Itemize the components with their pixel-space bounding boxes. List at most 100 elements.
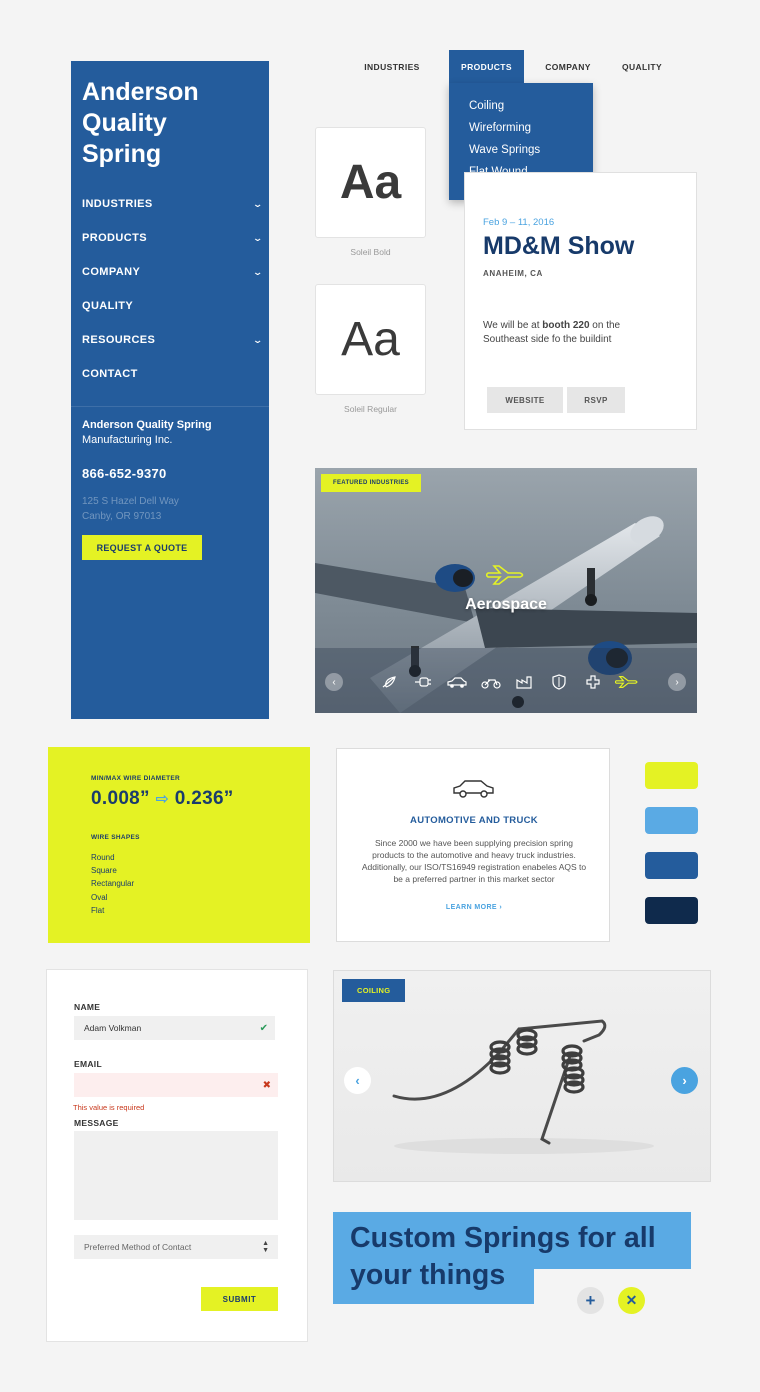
dropdown-item-coiling[interactable]: Coiling xyxy=(449,95,593,117)
motorcycle-icon[interactable] xyxy=(479,672,503,692)
event-title: MD&M Show xyxy=(483,232,635,260)
website-button[interactable]: WEBSITE xyxy=(487,387,563,413)
address: 125 S Hazel Dell Way Canby, OR 97013 xyxy=(82,494,179,524)
chevron-down-icon: ⌄ xyxy=(252,334,264,345)
plug-icon[interactable] xyxy=(411,672,435,692)
dropdown-item-wave-springs[interactable]: Wave Springs xyxy=(449,139,593,161)
message-textarea[interactable] xyxy=(74,1131,278,1220)
shield-icon[interactable] xyxy=(547,672,571,692)
tab-spacer xyxy=(434,50,449,83)
next-slide-button[interactable]: › xyxy=(668,673,686,691)
close-icon: ✕ xyxy=(625,1292,638,1308)
learn-more-link[interactable]: LEARN MORE › xyxy=(337,904,611,911)
wire-diameter-card: MIN/MAX WIRE DIAMETER 0.008” ⇨ 0.236” WI… xyxy=(48,747,310,943)
event-desc-text: We will be at xyxy=(483,320,543,331)
name-label: NAME xyxy=(74,1002,101,1012)
email-field[interactable]: ✖ xyxy=(74,1073,278,1097)
tab-products[interactable]: PRODUCTS xyxy=(449,50,524,83)
sidebar-item-contact[interactable]: CONTACT xyxy=(82,357,262,391)
sidebar-item-resources[interactable]: RESOURCES ⌄ xyxy=(82,323,264,357)
contact-method-select[interactable]: Preferred Method of Contact ▲ ▼ xyxy=(74,1235,278,1259)
plus-icon: + xyxy=(585,1290,596,1310)
top-nav: INDUSTRIES PRODUCTS COMPANY QUALITY xyxy=(350,50,672,83)
error-x-icon: ✖ xyxy=(262,1079,271,1091)
next-slide-button[interactable]: › xyxy=(671,1067,698,1094)
submit-button[interactable]: SUBMIT xyxy=(201,1287,278,1311)
list-item: Square xyxy=(91,866,117,876)
automotive-title: AUTOMOTIVE AND TRUCK xyxy=(410,815,538,826)
featured-caption: Aerospace xyxy=(465,596,547,613)
wire-shapes-label: WIRE SHAPES xyxy=(91,834,140,841)
email-label: EMAIL xyxy=(74,1059,102,1069)
event-description: We will be at booth 220 on the Southeast… xyxy=(483,319,663,347)
featured-industries-badge: FEATURED INDUSTRIES xyxy=(321,474,421,492)
type-specimen-label: Soleil Bold xyxy=(350,247,391,257)
prev-slide-button[interactable]: ‹ xyxy=(325,673,343,691)
add-button[interactable]: + xyxy=(577,1287,604,1314)
message-label: MESSAGE xyxy=(74,1118,119,1128)
headline-text: Custom Springs for all your things xyxy=(350,1222,656,1291)
type-specimen-regular: Aa xyxy=(315,284,426,395)
close-button[interactable]: ✕ xyxy=(618,1287,645,1314)
logo-line: Spring xyxy=(82,140,162,168)
chevron-down-icon: ⌄ xyxy=(252,266,264,277)
wire-diameter-label: MIN/MAX WIRE DIAMETER xyxy=(91,775,180,782)
address-line: Canby, OR 97013 xyxy=(82,511,162,522)
factory-icon[interactable] xyxy=(513,672,537,692)
chevron-down-icon: ⌄ xyxy=(252,198,264,209)
sidebar-divider xyxy=(71,406,269,407)
learn-more-label: LEARN MORE xyxy=(445,904,497,911)
phone-number[interactable]: 866-652-9370 xyxy=(82,466,167,481)
car-icon[interactable] xyxy=(445,672,469,692)
company-name: Anderson Quality Spring Manufacturing In… xyxy=(82,418,262,448)
request-quote-button[interactable]: REQUEST A QUOTE xyxy=(82,535,202,560)
event-location: ANAHEIM, CA xyxy=(483,269,543,278)
color-swatch-light-blue xyxy=(645,807,698,834)
site-logo[interactable]: Anderson Quality Spring xyxy=(82,77,262,170)
airplane-icon[interactable] xyxy=(615,672,639,692)
sidebar-item-industries[interactable]: INDUSTRIES ⌄ xyxy=(82,187,264,221)
sidebar-nav: INDUSTRIES ⌄ PRODUCTS ⌄ COMPANY ⌄ QUALIT… xyxy=(82,187,264,391)
wire-shapes-list: Round Square Rectangular Oval Flat xyxy=(91,851,134,917)
event-date: Feb 9 – 11, 2016 xyxy=(483,217,555,228)
select-caret-icon: ▲ ▼ xyxy=(262,1240,269,1254)
contact-form: NAME Adam Volkman ✔ EMAIL ✖ This value i… xyxy=(46,969,308,1342)
industry-icon-row xyxy=(377,672,639,692)
chevron-right-icon: › xyxy=(499,904,503,911)
tab-company[interactable]: COMPANY xyxy=(524,50,612,83)
arrow-right-icon: ⇨ xyxy=(155,791,170,808)
checkmark-icon: ✔ xyxy=(259,1022,268,1034)
car-icon xyxy=(453,780,494,798)
list-item: Oval xyxy=(91,892,108,902)
color-swatch-blue xyxy=(645,852,698,879)
email-error-message: This value is required xyxy=(73,1103,145,1112)
color-swatch-navy xyxy=(645,897,698,924)
featured-industries-slider: FEATURED INDUSTRIES Aerospace ‹ › xyxy=(315,468,697,713)
type-specimen-label: Soleil Regular xyxy=(344,404,397,414)
sidebar-item-quality[interactable]: QUALITY xyxy=(82,289,262,323)
airplane-icon xyxy=(486,565,524,585)
feather-icon[interactable] xyxy=(377,672,401,692)
color-swatch-lime xyxy=(645,762,698,789)
prev-slide-button[interactable]: ‹ xyxy=(344,1067,371,1094)
rsvp-button[interactable]: RSVP xyxy=(567,387,625,413)
tab-industries[interactable]: INDUSTRIES xyxy=(350,50,434,83)
select-value: Preferred Method of Contact xyxy=(84,1242,192,1252)
address-line: 125 S Hazel Dell Way xyxy=(82,496,179,507)
sidebar-item-label: COMPANY xyxy=(82,266,141,278)
sidebar-item-products[interactable]: PRODUCTS ⌄ xyxy=(82,221,264,255)
spring-photo xyxy=(392,1019,654,1154)
sidebar-item-label: QUALITY xyxy=(82,300,134,312)
name-value: Adam Volkman xyxy=(84,1023,142,1033)
tab-quality[interactable]: QUALITY xyxy=(612,50,672,83)
sidebar-item-company[interactable]: COMPANY ⌄ xyxy=(82,255,264,289)
coiling-carousel: COILING ‹ › xyxy=(333,970,711,1182)
medical-cross-icon[interactable] xyxy=(581,672,605,692)
logo-line: Anderson xyxy=(82,78,199,106)
logo-line: Quality xyxy=(82,109,167,137)
chevron-down-icon: ⌄ xyxy=(252,232,264,243)
dropdown-item-wireforming[interactable]: Wireforming xyxy=(449,117,593,139)
list-item: Round xyxy=(91,853,115,862)
wire-diameter-range: 0.008” ⇨ 0.236” xyxy=(91,788,234,810)
name-field[interactable]: Adam Volkman ✔ xyxy=(74,1016,275,1040)
